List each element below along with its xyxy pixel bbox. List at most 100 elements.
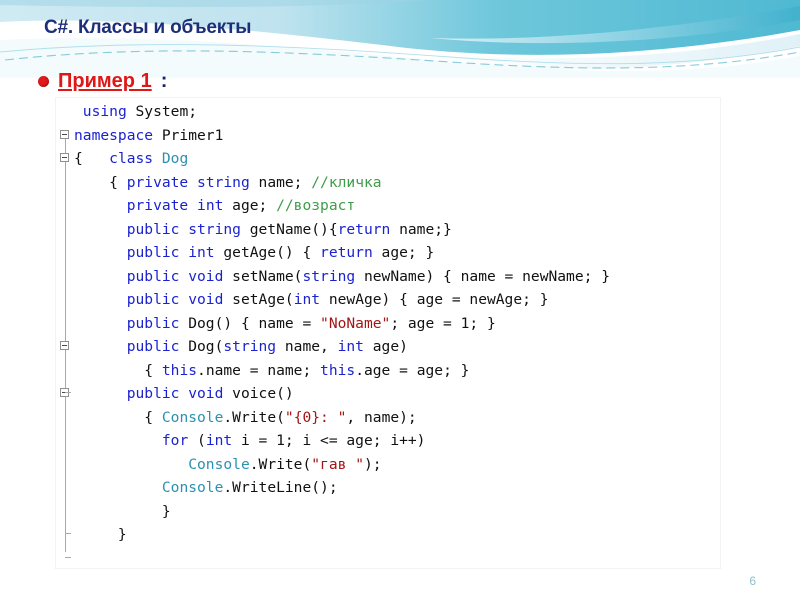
code-token-kw: public: [126, 385, 180, 402]
code-line: public int getAge() { return age; }: [74, 241, 720, 265]
slide-banner-decoration: [0, 0, 800, 78]
fold-collapse-icon[interactable]: [60, 153, 69, 162]
code-token-pl: .Write(: [249, 455, 312, 473]
code-token-pl: voice(): [223, 385, 294, 402]
code-token-pl: i = 1; i <= age; i++): [232, 432, 426, 449]
code-token-pl: (: [188, 432, 206, 449]
code-token-pl: .name = name;: [197, 361, 321, 379]
fold-collapse-icon[interactable]: [60, 129, 69, 139]
code-token-cm: //кличка: [311, 173, 382, 191]
fold-end-tick: [65, 556, 71, 558]
code-line: public void setName(string newName) { na…: [74, 265, 720, 289]
code-line: { this.name = name; this.age = age; }: [74, 359, 720, 383]
code-token-kw: void: [188, 267, 224, 285]
bullet-label: Пример 1: [58, 70, 152, 92]
code-token-kw: void: [188, 385, 224, 402]
code-token-kw: string: [188, 220, 241, 238]
code-token-pl: setAge(: [223, 291, 294, 308]
code-token-pl: setName(: [223, 267, 303, 285]
code-token-kw: for: [161, 432, 189, 449]
code-token-cm: //возраст: [276, 197, 356, 214]
code-token-kw: private: [126, 197, 189, 214]
code-token-kw: namespace: [74, 126, 154, 144]
code-line: Console.WriteLine();: [74, 476, 720, 500]
code-token-ty: Dog: [161, 150, 189, 167]
code-line: public Dog(string name, int age): [74, 335, 720, 359]
code-line: private int age; //возраст: [74, 194, 720, 218]
code-token-kw: string: [197, 173, 250, 191]
page-number: 6: [749, 574, 756, 588]
code-token-kw: string: [223, 338, 277, 355]
code-token-kw: int: [337, 338, 364, 355]
code-fold-gutter[interactable]: [56, 98, 74, 568]
code-line: }: [74, 523, 720, 547]
slide-title: C#. Классы и объекты: [44, 17, 252, 38]
code-line: public void setAge(int newAge) { age = n…: [74, 288, 720, 312]
banner-wave-graphic: [0, 0, 800, 78]
code-token-kw: return: [320, 244, 373, 261]
code-token-kw: using: [82, 103, 127, 120]
code-token-pl: );: [363, 455, 382, 473]
code-token-kw: int: [293, 291, 321, 308]
code-line: public void voice(): [74, 382, 720, 406]
code-token-kw: public: [126, 220, 180, 238]
code-token-pl: age; }: [372, 244, 435, 261]
code-token-pl: {: [74, 150, 110, 167]
code-token-pl: newName) { name = newName; }: [355, 267, 610, 285]
code-line: Console.Write("гав ");: [74, 453, 720, 477]
code-token-kw: void: [188, 291, 224, 308]
code-token-pl: newAge) { age = newAge; }: [320, 291, 549, 308]
code-token-kw: private: [126, 173, 189, 191]
bullet-dot-icon: [38, 76, 49, 87]
code-token-pl: .age = age; }: [355, 361, 470, 379]
code-token-kw: public: [126, 291, 180, 308]
code-token-pl: getAge() {: [214, 244, 321, 261]
code-token-pl: {: [74, 173, 127, 191]
code-token-ty: Console: [161, 408, 224, 426]
code-token-st: "гав ": [311, 455, 364, 473]
fold-end-tick: [65, 533, 71, 534]
code-token-kw: return: [337, 220, 391, 238]
fold-collapse-icon[interactable]: [60, 341, 69, 350]
code-line: using System;: [74, 100, 720, 124]
slide-canvas: C#. Классы и объекты Пример 1 : using Sy…: [0, 0, 800, 600]
code-token-kw: string: [302, 267, 356, 285]
code-line: { Console.Write("{0}: ", name);: [74, 406, 720, 430]
code-line: { private string name; //кличка: [74, 171, 720, 195]
code-token-kw: public: [126, 314, 180, 332]
code-token-kw: this: [161, 361, 198, 379]
code-line: namespace Primer1: [74, 124, 720, 148]
code-token-kw: public: [126, 267, 180, 285]
code-token-kw: public: [126, 244, 180, 261]
code-token-pl: age): [363, 338, 408, 355]
code-token-kw: this: [320, 361, 356, 379]
code-token-pl: name;}: [390, 220, 452, 238]
code-token-st: "NoName": [320, 314, 391, 332]
code-line: public string getName(){return name;}: [74, 218, 720, 242]
code-token-pl: Dog(: [179, 338, 224, 355]
code-token-kw: int: [188, 244, 215, 261]
code-token-st: "{0}: ": [284, 408, 347, 426]
code-token-pl: }: [74, 502, 171, 520]
code-token-ty: Console: [161, 479, 224, 496]
code-token-pl: name,: [276, 338, 338, 355]
code-token-kw: class: [109, 150, 154, 167]
code-token-pl: System;: [126, 103, 198, 120]
